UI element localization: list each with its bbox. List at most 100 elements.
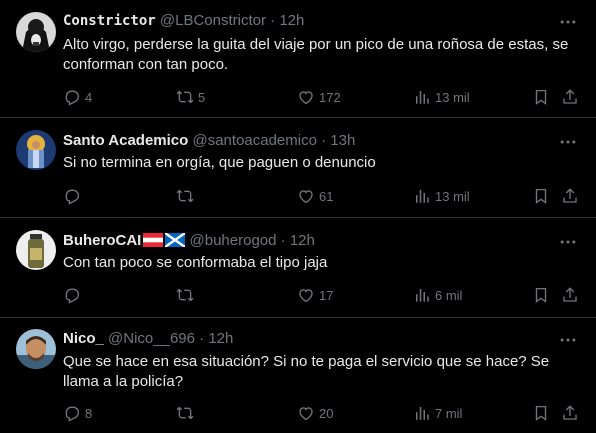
views-icon <box>413 286 431 304</box>
like-count: 61 <box>319 188 334 204</box>
avatar[interactable] <box>16 130 56 170</box>
retweet-icon <box>176 88 194 106</box>
like-button[interactable]: 17 <box>297 285 333 305</box>
share-button[interactable] <box>561 186 579 206</box>
reply-count: 8 <box>85 405 93 421</box>
views-icon <box>413 187 431 205</box>
views-count: 6 mil <box>435 287 463 303</box>
avatar[interactable] <box>16 12 56 52</box>
reply-button[interactable] <box>63 186 85 206</box>
tweet-header: BuheroCAI @buherogod · 12h <box>63 231 315 251</box>
bookmark-icon <box>532 286 550 304</box>
tweet-text: Con tan poco se conformaba el tipo jaja <box>63 254 328 271</box>
display-name[interactable]: BuheroCAI <box>63 232 141 249</box>
like-button[interactable]: 172 <box>297 87 341 107</box>
avatar[interactable] <box>16 329 56 369</box>
views-button[interactable]: 13 mil <box>413 186 470 206</box>
retweet-icon <box>176 187 194 205</box>
action-bar: 61 13 mil <box>63 186 583 206</box>
like-count: 172 <box>319 89 341 105</box>
action-bar: 17 6 mil <box>63 285 583 305</box>
share-button[interactable] <box>561 285 579 305</box>
more-icon[interactable] <box>558 12 578 32</box>
heart-icon <box>297 286 315 304</box>
views-icon <box>413 88 431 106</box>
views-count: 13 mil <box>435 89 470 105</box>
user-handle[interactable]: @santoacademico <box>192 132 316 149</box>
timestamp[interactable]: 12h <box>279 12 304 29</box>
reply-icon <box>63 88 81 106</box>
display-name[interactable]: Santo Academico <box>63 132 188 149</box>
tweet[interactable]: Constrictor @LBConstrictor · 12h Alto vi… <box>0 0 596 118</box>
tweet-text: Alto virgo, perderse la guita del viaje … <box>63 36 569 73</box>
retweet-button[interactable] <box>176 285 198 305</box>
tweet[interactable]: BuheroCAI @buherogod · 12h Con tan poco … <box>0 218 596 318</box>
tweet[interactable]: Nico_ @Nico__696 · 12h Que se hace en es… <box>0 318 596 433</box>
action-bar: 4 5 172 13 mil <box>63 87 583 107</box>
display-name[interactable]: Constrictor <box>63 13 156 29</box>
timestamp[interactable]: 13h <box>330 132 355 149</box>
bookmark-icon <box>532 187 550 205</box>
share-icon <box>561 404 579 422</box>
share-icon <box>561 88 579 106</box>
bookmark-button[interactable] <box>532 403 550 423</box>
views-button[interactable]: 6 mil <box>413 285 462 305</box>
heart-icon <box>297 404 315 422</box>
retweet-button[interactable]: 5 <box>176 87 205 107</box>
user-handle[interactable]: @LBConstrictor <box>160 12 266 29</box>
more-icon[interactable] <box>558 132 578 152</box>
like-count: 20 <box>319 405 334 421</box>
bookmark-icon <box>532 88 550 106</box>
austria-flag-icon <box>143 233 164 247</box>
separator: · <box>199 330 205 347</box>
reply-button[interactable]: 4 <box>63 87 92 107</box>
display-name[interactable]: Nico_ <box>63 330 104 347</box>
views-count: 13 mil <box>435 188 470 204</box>
retweet-icon <box>176 404 194 422</box>
bookmark-button[interactable] <box>532 87 550 107</box>
reply-icon <box>63 286 81 304</box>
share-icon <box>561 187 579 205</box>
tweet-header: Nico_ @Nico__696 · 12h <box>63 329 233 349</box>
timestamp[interactable]: 12h <box>290 232 315 249</box>
like-count: 17 <box>319 287 334 303</box>
avatar-image <box>16 329 56 369</box>
avatar-image <box>16 130 56 170</box>
timestamp[interactable]: 12h <box>208 330 233 347</box>
share-button[interactable] <box>561 403 579 423</box>
reply-count: 4 <box>85 89 93 105</box>
reply-button[interactable] <box>63 285 85 305</box>
separator: · <box>280 232 286 249</box>
reply-icon <box>63 187 81 205</box>
tweet-header: Santo Academico @santoacademico · 13h <box>63 131 355 151</box>
user-handle[interactable]: @Nico__696 <box>108 330 195 347</box>
retweet-button[interactable] <box>176 403 198 423</box>
retweet-icon <box>176 286 194 304</box>
views-count: 7 mil <box>435 405 463 421</box>
retweet-button[interactable] <box>176 186 198 206</box>
separator: · <box>321 132 327 149</box>
reply-button[interactable]: 8 <box>63 403 92 423</box>
avatar[interactable] <box>16 230 56 270</box>
reply-icon <box>63 404 81 422</box>
like-button[interactable]: 20 <box>297 403 333 423</box>
more-icon[interactable] <box>558 330 578 350</box>
share-button[interactable] <box>561 87 579 107</box>
scotland-flag-icon <box>165 233 186 247</box>
views-button[interactable]: 7 mil <box>413 403 462 423</box>
tweet-text: Si no termina en orgía, que paguen o den… <box>63 154 376 171</box>
bookmark-button[interactable] <box>532 285 550 305</box>
bookmark-button[interactable] <box>532 186 550 206</box>
more-icon[interactable] <box>558 232 578 252</box>
views-button[interactable]: 13 mil <box>413 87 470 107</box>
user-handle[interactable]: @buherogod <box>190 232 277 249</box>
heart-icon <box>297 88 315 106</box>
bookmark-icon <box>532 404 550 422</box>
like-button[interactable]: 61 <box>297 186 333 206</box>
tweet-text: Que se hace en esa situación? Si no te p… <box>63 353 550 390</box>
action-bar: 8 20 7 mil <box>63 403 583 423</box>
avatar-image <box>16 12 56 52</box>
heart-icon <box>297 187 315 205</box>
separator: · <box>270 12 276 29</box>
tweet[interactable]: Santo Academico @santoacademico · 13h Si… <box>0 118 596 218</box>
